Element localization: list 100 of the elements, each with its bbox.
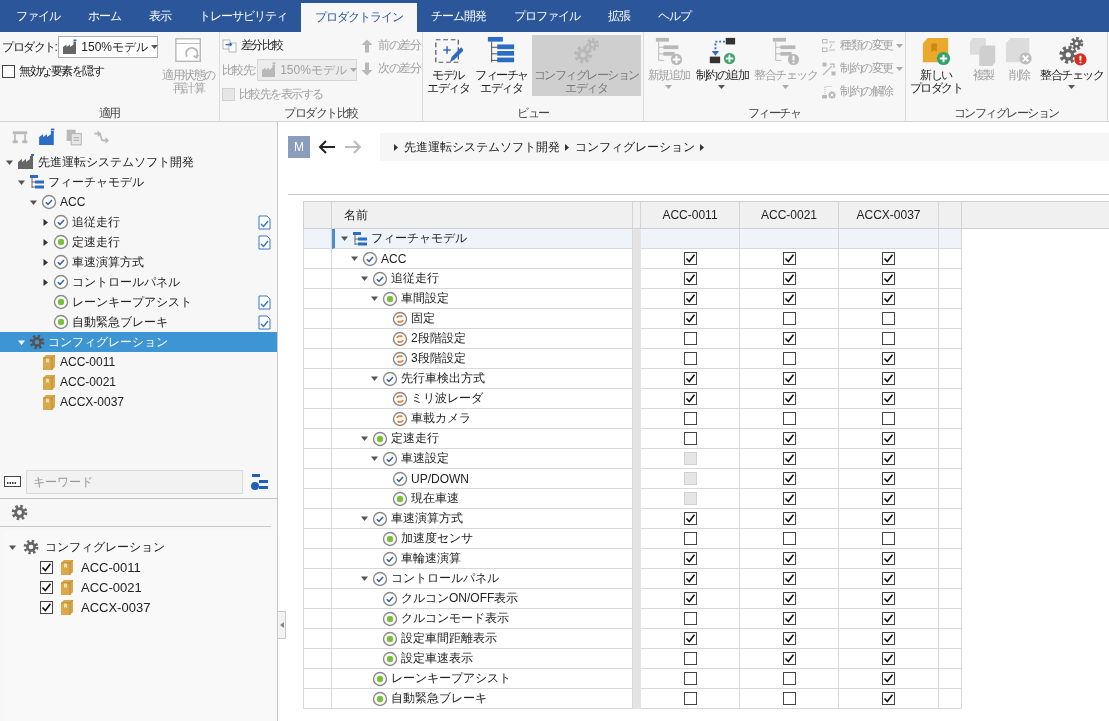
checkbox[interactable]	[683, 392, 697, 405]
tree-item[interactable]: コンフィグレーション	[4, 537, 273, 557]
tree-item[interactable]: 先進運転システムソフト開発	[0, 152, 277, 172]
checkbox[interactable]	[782, 592, 796, 605]
filter-tree-icon[interactable]	[251, 472, 269, 491]
column-header[interactable]: 名前	[332, 202, 633, 228]
checkbox[interactable]	[782, 392, 796, 405]
table-row[interactable]: ミリ波レーダ	[303, 389, 1109, 409]
ribbon-button[interactable]: 制約の追加	[693, 35, 751, 90]
checkbox[interactable]	[40, 580, 53, 594]
checkbox[interactable]	[782, 492, 796, 505]
checkbox[interactable]	[882, 572, 895, 585]
checkbox[interactable]	[882, 352, 895, 365]
checkbox[interactable]	[782, 692, 796, 705]
expanded-arrow-icon[interactable]	[370, 374, 379, 383]
ribbon-tab[interactable]: チーム開発	[417, 0, 500, 32]
checkbox[interactable]	[882, 412, 895, 425]
checkbox[interactable]	[782, 272, 796, 285]
ribbon-tab[interactable]: ヘルプ	[644, 0, 705, 32]
table-row[interactable]: 定速走行	[303, 429, 1109, 449]
table-row[interactable]: 固定	[303, 309, 1109, 329]
checkbox[interactable]	[882, 672, 895, 685]
search-field[interactable]: キーワード	[26, 469, 243, 494]
tree-item[interactable]: 追従走行	[0, 212, 277, 232]
expanded-arrow-icon[interactable]	[370, 454, 379, 463]
tree-item[interactable]: ACC-0011	[0, 352, 277, 372]
checkbox[interactable]	[683, 692, 697, 705]
checkbox[interactable]	[683, 412, 697, 425]
checkbox[interactable]	[782, 452, 796, 465]
table-row[interactable]: クルコンON/OFF表示	[303, 589, 1109, 609]
back-arrow-icon[interactable]	[318, 140, 336, 154]
table-row[interactable]: 現在車速	[303, 489, 1109, 509]
checkbox[interactable]	[882, 452, 895, 465]
tree-item[interactable]: コントロールパネル	[0, 272, 277, 292]
tree-item[interactable]: ACC	[0, 192, 277, 212]
expanded-arrow-icon[interactable]	[350, 254, 359, 263]
table-row[interactable]: 自動緊急ブレーキ	[303, 689, 1109, 709]
checkbox[interactable]	[882, 472, 895, 485]
checkbox[interactable]	[782, 252, 796, 265]
checkbox[interactable]	[782, 412, 796, 425]
checkbox[interactable]	[40, 560, 53, 574]
checkbox[interactable]	[882, 312, 895, 325]
column-header[interactable]: ACC-0021	[740, 202, 839, 228]
ribbon-button[interactable]: 整合チェック	[1038, 35, 1106, 90]
checkbox[interactable]	[683, 632, 697, 645]
checkbox[interactable]	[782, 312, 796, 325]
checkbox[interactable]	[882, 392, 895, 405]
checkbox[interactable]	[782, 512, 796, 525]
checkbox[interactable]	[782, 432, 796, 445]
column-header[interactable]: ACC-0011	[641, 202, 740, 228]
expanded-arrow-icon[interactable]	[360, 574, 369, 583]
column-header[interactable]: ACCX-0037	[839, 202, 939, 228]
checkbox[interactable]	[683, 612, 697, 625]
ribbon-tab[interactable]: ホーム	[74, 0, 135, 32]
tree-item[interactable]: 定速走行	[0, 232, 277, 252]
breadcrumb-link[interactable]: 先進運転システムソフト開発	[404, 138, 560, 156]
collapse-handle[interactable]	[278, 611, 286, 639]
checkbox[interactable]	[782, 472, 796, 485]
table-row[interactable]: 設定車間距離表示	[303, 629, 1109, 649]
table-row[interactable]: 設定車速表示	[303, 649, 1109, 669]
collapsed-arrow-icon[interactable]	[41, 217, 50, 227]
checkbox[interactable]	[683, 672, 697, 685]
checkbox[interactable]	[40, 600, 53, 614]
ribbon-tab[interactable]: プロファイル	[500, 0, 594, 32]
checkbox[interactable]	[882, 332, 895, 345]
product-dropdown[interactable]: 150%モデル	[58, 36, 159, 58]
checkbox[interactable]	[782, 572, 796, 585]
checkbox[interactable]	[683, 292, 697, 305]
breadcrumb-link[interactable]: コンフィグレーション	[575, 138, 695, 156]
checkbox[interactable]	[782, 532, 796, 545]
checkbox[interactable]	[683, 572, 697, 585]
collapsed-arrow-icon[interactable]	[41, 277, 50, 287]
ribbon-tab[interactable]: 表示	[135, 0, 185, 32]
tree-item[interactable]: フィーチャモデル	[0, 172, 277, 192]
checkbox[interactable]: 無効な要素を隠す	[2, 61, 159, 82]
checkbox[interactable]	[683, 652, 697, 665]
checkbox[interactable]	[882, 632, 895, 645]
checkbox[interactable]	[782, 652, 796, 665]
ribbon-button[interactable]: フィーチャ エディタ	[473, 35, 530, 96]
checkbox[interactable]	[683, 352, 697, 365]
tree-item[interactable]: レーンキープアシスト	[0, 292, 277, 312]
checkbox[interactable]	[782, 672, 796, 685]
checkbox[interactable]	[882, 252, 895, 265]
ribbon-tab[interactable]: 拡張	[594, 0, 644, 32]
expanded-arrow-icon[interactable]	[360, 434, 369, 443]
checkbox[interactable]	[882, 272, 895, 285]
checkbox[interactable]	[683, 592, 697, 605]
expanded-arrow-icon[interactable]	[340, 234, 349, 243]
table-row[interactable]: 2段階設定	[303, 329, 1109, 349]
checkbox[interactable]	[683, 312, 697, 325]
table-row[interactable]: 車輪速演算	[303, 549, 1109, 569]
checkbox[interactable]	[683, 372, 697, 385]
checkbox[interactable]	[882, 692, 895, 705]
table-row[interactable]: レーンキープアシスト	[303, 669, 1109, 689]
checkbox[interactable]	[782, 612, 796, 625]
ribbon-button[interactable]: 新しい プロダクト	[907, 35, 965, 96]
checkbox[interactable]	[683, 532, 697, 545]
checkbox[interactable]	[882, 612, 895, 625]
expanded-arrow-icon[interactable]	[360, 514, 369, 523]
checkbox[interactable]	[683, 552, 697, 565]
